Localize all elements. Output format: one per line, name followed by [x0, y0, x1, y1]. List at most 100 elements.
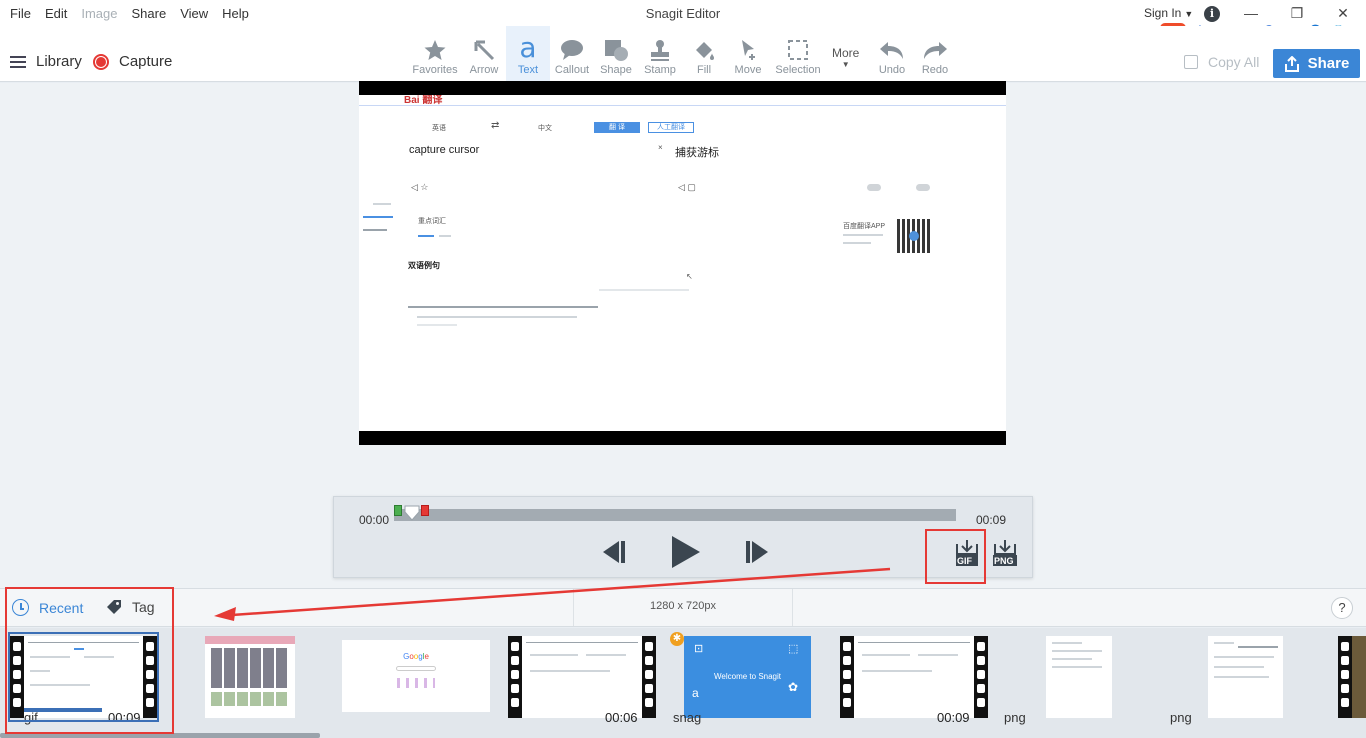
menu-icon: [10, 55, 26, 68]
library-button[interactable]: Library: [10, 53, 82, 70]
thumbnail-image: [1208, 636, 1283, 718]
thumbnail-image: Welcome to Snagit ⊡ ⬚ a ✿: [684, 636, 811, 718]
menu-view[interactable]: View: [180, 6, 208, 21]
item-duration: 00:06: [605, 710, 638, 725]
move-icon: [726, 26, 770, 62]
highlight-gif-export: [925, 529, 986, 584]
tool-fill[interactable]: Fill: [682, 26, 726, 82]
tool-text[interactable]: a Text: [506, 26, 550, 82]
source-text: capture cursor: [409, 144, 480, 156]
png-label: PNG: [994, 556, 1014, 566]
undo-icon: [870, 26, 914, 62]
captured-frame: Bai 翻译 英语 ⇄ 中文 翻 译 人工翻译 capture cursor ×…: [359, 95, 1006, 431]
tool-favorites[interactable]: Favorites: [410, 26, 460, 82]
menu-file[interactable]: File: [10, 6, 31, 21]
tool-label: Move: [734, 64, 762, 76]
record-icon: [93, 53, 109, 70]
tool-arrow[interactable]: Arrow: [462, 26, 506, 82]
play-button[interactable]: [669, 534, 703, 570]
time-end: 00:09: [976, 513, 1007, 527]
tool-label: Arrow: [469, 64, 499, 76]
thumbnail-image: [205, 636, 295, 718]
undo-label: Undo: [878, 64, 906, 76]
trim-end-marker[interactable]: [421, 505, 429, 516]
thumbnail-image: [854, 636, 974, 718]
copy-all-button[interactable]: Copy All: [1184, 54, 1259, 70]
library-label: Library: [36, 53, 82, 70]
film-strip: [974, 636, 988, 718]
qr-code: [897, 219, 931, 253]
copy-icon: [1184, 55, 1198, 69]
divider: [359, 105, 1006, 106]
tray-item[interactable]: png: [1170, 636, 1284, 725]
swap-icon: ⇄: [491, 120, 500, 131]
restore-button[interactable]: ❐: [1288, 5, 1306, 22]
more-tools-button[interactable]: More ▼: [832, 46, 859, 69]
share-button[interactable]: Share: [1273, 49, 1360, 78]
tray-header: Recent Tag 1280 x 720px ?: [0, 588, 1366, 627]
capture-label: Capture: [119, 53, 173, 70]
capture-button[interactable]: Capture: [93, 53, 172, 70]
toggle: [916, 184, 930, 191]
translated-text: 捕获游标: [675, 147, 719, 159]
tray-item[interactable]: png: [1004, 636, 1114, 725]
tool-stamp[interactable]: Stamp: [638, 26, 682, 82]
item-type: png: [1170, 710, 1192, 725]
help-button[interactable]: ?: [1331, 597, 1353, 619]
video-preview[interactable]: Bai 翻译 英语 ⇄ 中文 翻 译 人工翻译 capture cursor ×…: [359, 81, 1006, 445]
thumbnail-image: [522, 636, 642, 718]
playhead[interactable]: [404, 505, 420, 521]
thumbnail-image: [1046, 636, 1112, 718]
tray-item[interactable]: 00:06: [508, 636, 656, 725]
shape-icon: [594, 26, 638, 62]
tray-item[interactable]: 00:09: [840, 636, 988, 725]
export-png-button[interactable]: PNG: [992, 539, 1018, 567]
menu-image[interactable]: Image: [81, 6, 117, 21]
time-start: 00:00: [359, 513, 390, 527]
toggle: [867, 184, 881, 191]
tool-label: Stamp: [644, 64, 676, 76]
chevron-down-icon: ▼: [841, 60, 850, 69]
tool-callout[interactable]: Callout: [550, 26, 594, 82]
toolbar: Library Capture Favorites Arrow a Text C…: [0, 26, 1366, 82]
fill-icon: [682, 26, 726, 62]
lang-to: 中文: [538, 125, 552, 132]
film-strip: [840, 636, 854, 718]
film-strip: [642, 636, 656, 718]
share-icon: [1284, 55, 1299, 72]
menu-share[interactable]: Share: [132, 6, 167, 21]
cursor-icon: ↖: [686, 272, 693, 281]
sign-in-label: Sign In: [1144, 6, 1182, 20]
sign-in-button[interactable]: Sign In ▼: [1144, 6, 1193, 20]
section-title: 双语例句: [408, 261, 440, 270]
tool-label: Fill: [696, 64, 712, 76]
timeline-track[interactable]: [394, 509, 956, 521]
tool-move[interactable]: Move: [726, 26, 770, 82]
previous-frame-button[interactable]: [597, 539, 627, 565]
tray-item[interactable]: [1338, 636, 1366, 718]
trim-start-marker[interactable]: [394, 505, 402, 516]
google-logo: Google: [403, 652, 429, 661]
film-strip: [1338, 636, 1352, 718]
menu-help[interactable]: Help: [222, 6, 249, 21]
close-button[interactable]: ✕: [1334, 5, 1352, 22]
highlight-recent-gif: [5, 587, 174, 734]
info-icon[interactable]: i: [1204, 6, 1220, 22]
next-frame-button[interactable]: [744, 539, 774, 565]
new-badge-icon: ✱: [670, 632, 684, 646]
tool-selection[interactable]: Selection: [770, 26, 826, 82]
item-type: snag: [673, 710, 702, 725]
tool-label: Selection: [775, 64, 821, 76]
menu-edit[interactable]: Edit: [45, 6, 67, 21]
copy-all-label: Copy All: [1208, 54, 1260, 70]
lang-from: 英语: [432, 125, 446, 132]
redo-button[interactable]: Redo: [913, 26, 957, 82]
tray-item[interactable]: [205, 636, 295, 718]
tool-shape[interactable]: Shape: [594, 26, 638, 82]
minimize-button[interactable]: —: [1242, 5, 1260, 21]
undo-button[interactable]: Undo: [870, 26, 914, 82]
text-icon: a: [519, 31, 537, 64]
tray-item[interactable]: Google: [342, 636, 490, 718]
tray-item[interactable]: ✱ Welcome to Snagit ⊡ ⬚ a ✿ snag: [670, 632, 812, 725]
image-dimensions: 1280 x 720px: [649, 600, 717, 612]
